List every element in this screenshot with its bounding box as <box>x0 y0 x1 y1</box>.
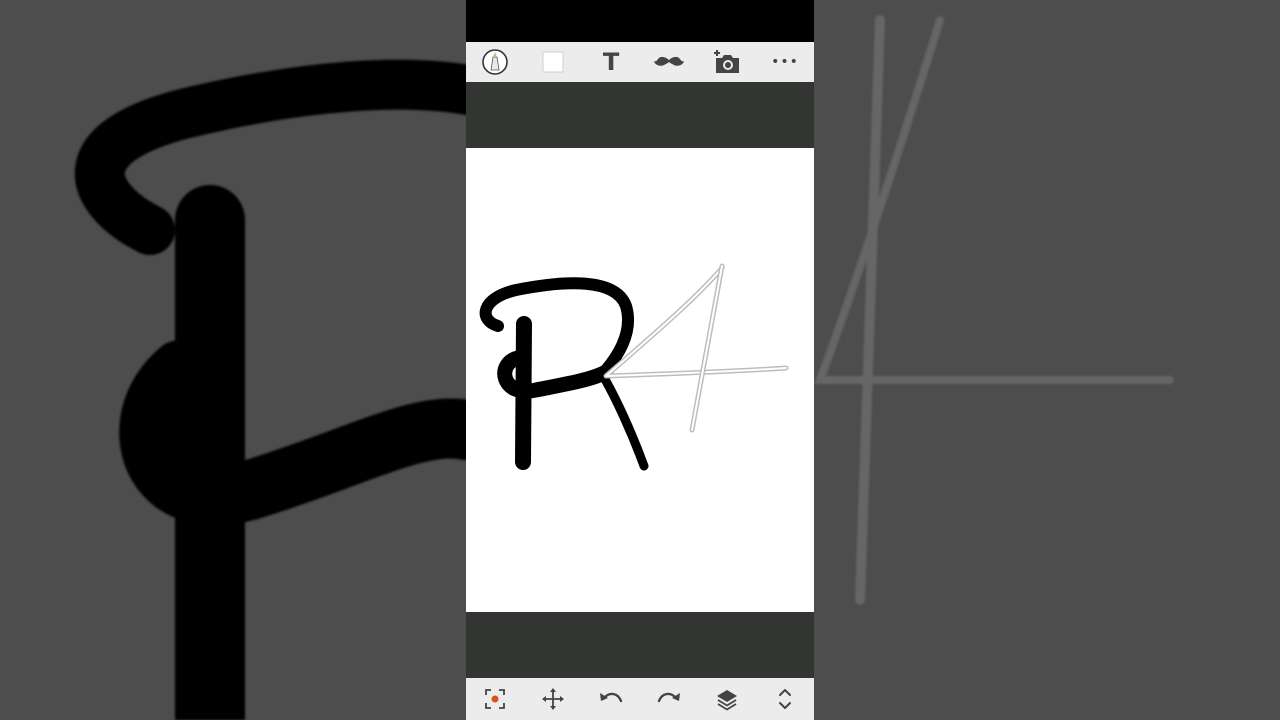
mustache-sticker-icon <box>654 54 684 70</box>
brush-button[interactable] <box>475 44 515 80</box>
stroke-r-leg <box>597 369 649 471</box>
text-tool-icon: T <box>602 48 620 76</box>
stroke-four <box>603 263 789 433</box>
expand-button[interactable] <box>765 681 805 717</box>
more-icon: ••• <box>771 54 799 70</box>
move-icon <box>541 687 565 711</box>
expand-icon <box>777 687 793 711</box>
move-button[interactable] <box>533 681 573 717</box>
add-photo-icon <box>713 49 741 75</box>
workspace <box>466 82 814 678</box>
undo-icon <box>598 689 624 709</box>
redo-button[interactable] <box>649 681 689 717</box>
top-toolbar: T ••• <box>466 42 814 82</box>
undo-button[interactable] <box>591 681 631 717</box>
layers-icon <box>715 687 739 711</box>
more-button[interactable]: ••• <box>765 44 805 80</box>
redo-icon <box>656 689 682 709</box>
brush-color-icon <box>481 48 509 76</box>
bottom-toolbar <box>466 678 814 720</box>
drawing-canvas[interactable] <box>466 148 814 612</box>
selection-button[interactable] <box>475 681 515 717</box>
selection-icon <box>484 688 506 710</box>
add-photo-button[interactable] <box>707 44 747 80</box>
text-tool-button[interactable]: T <box>591 44 631 80</box>
color-swatch-button[interactable] <box>533 44 573 80</box>
phone-screen: T ••• <box>466 0 814 720</box>
layers-button[interactable] <box>707 681 747 717</box>
sticker-button[interactable] <box>649 44 689 80</box>
color-swatch-icon <box>542 51 564 73</box>
